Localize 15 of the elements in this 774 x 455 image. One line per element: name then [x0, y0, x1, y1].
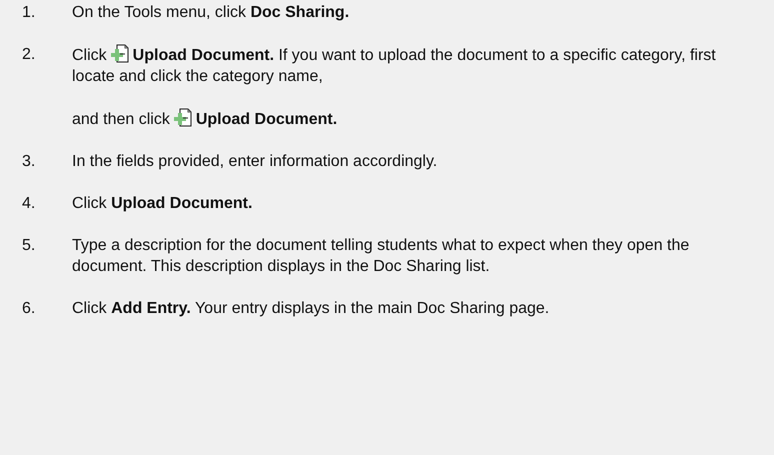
step-number: 4.: [22, 194, 36, 214]
step-text: On the Tools menu, click Doc Sharing.: [72, 3, 350, 23]
step-text: Click Upload Document. If you want to upload the document to a specific category, first locate and click the category name,: [72, 44, 722, 87]
document-add-icon: [110, 44, 129, 63]
step-number: 1.: [22, 3, 36, 23]
step-number: 3.: [22, 152, 36, 172]
step-text: Click Add Entry. Your entry displays in the main Doc Sharing page.: [72, 299, 550, 319]
document-add-icon: [174, 108, 192, 127]
step-text: Click Upload Document.: [72, 194, 254, 214]
step-number: 5.: [22, 236, 36, 256]
step-number: 6.: [22, 299, 36, 319]
step-text: and then click Upload Document.: [72, 108, 722, 130]
step-number: 2.: [22, 45, 36, 65]
step-text: Type a description for the document telling students what to expect when they open the document. This description displays in the Doc Sharing list.: [72, 236, 690, 277]
step-text: In the fields provided, enter information accordingly.: [72, 152, 438, 172]
